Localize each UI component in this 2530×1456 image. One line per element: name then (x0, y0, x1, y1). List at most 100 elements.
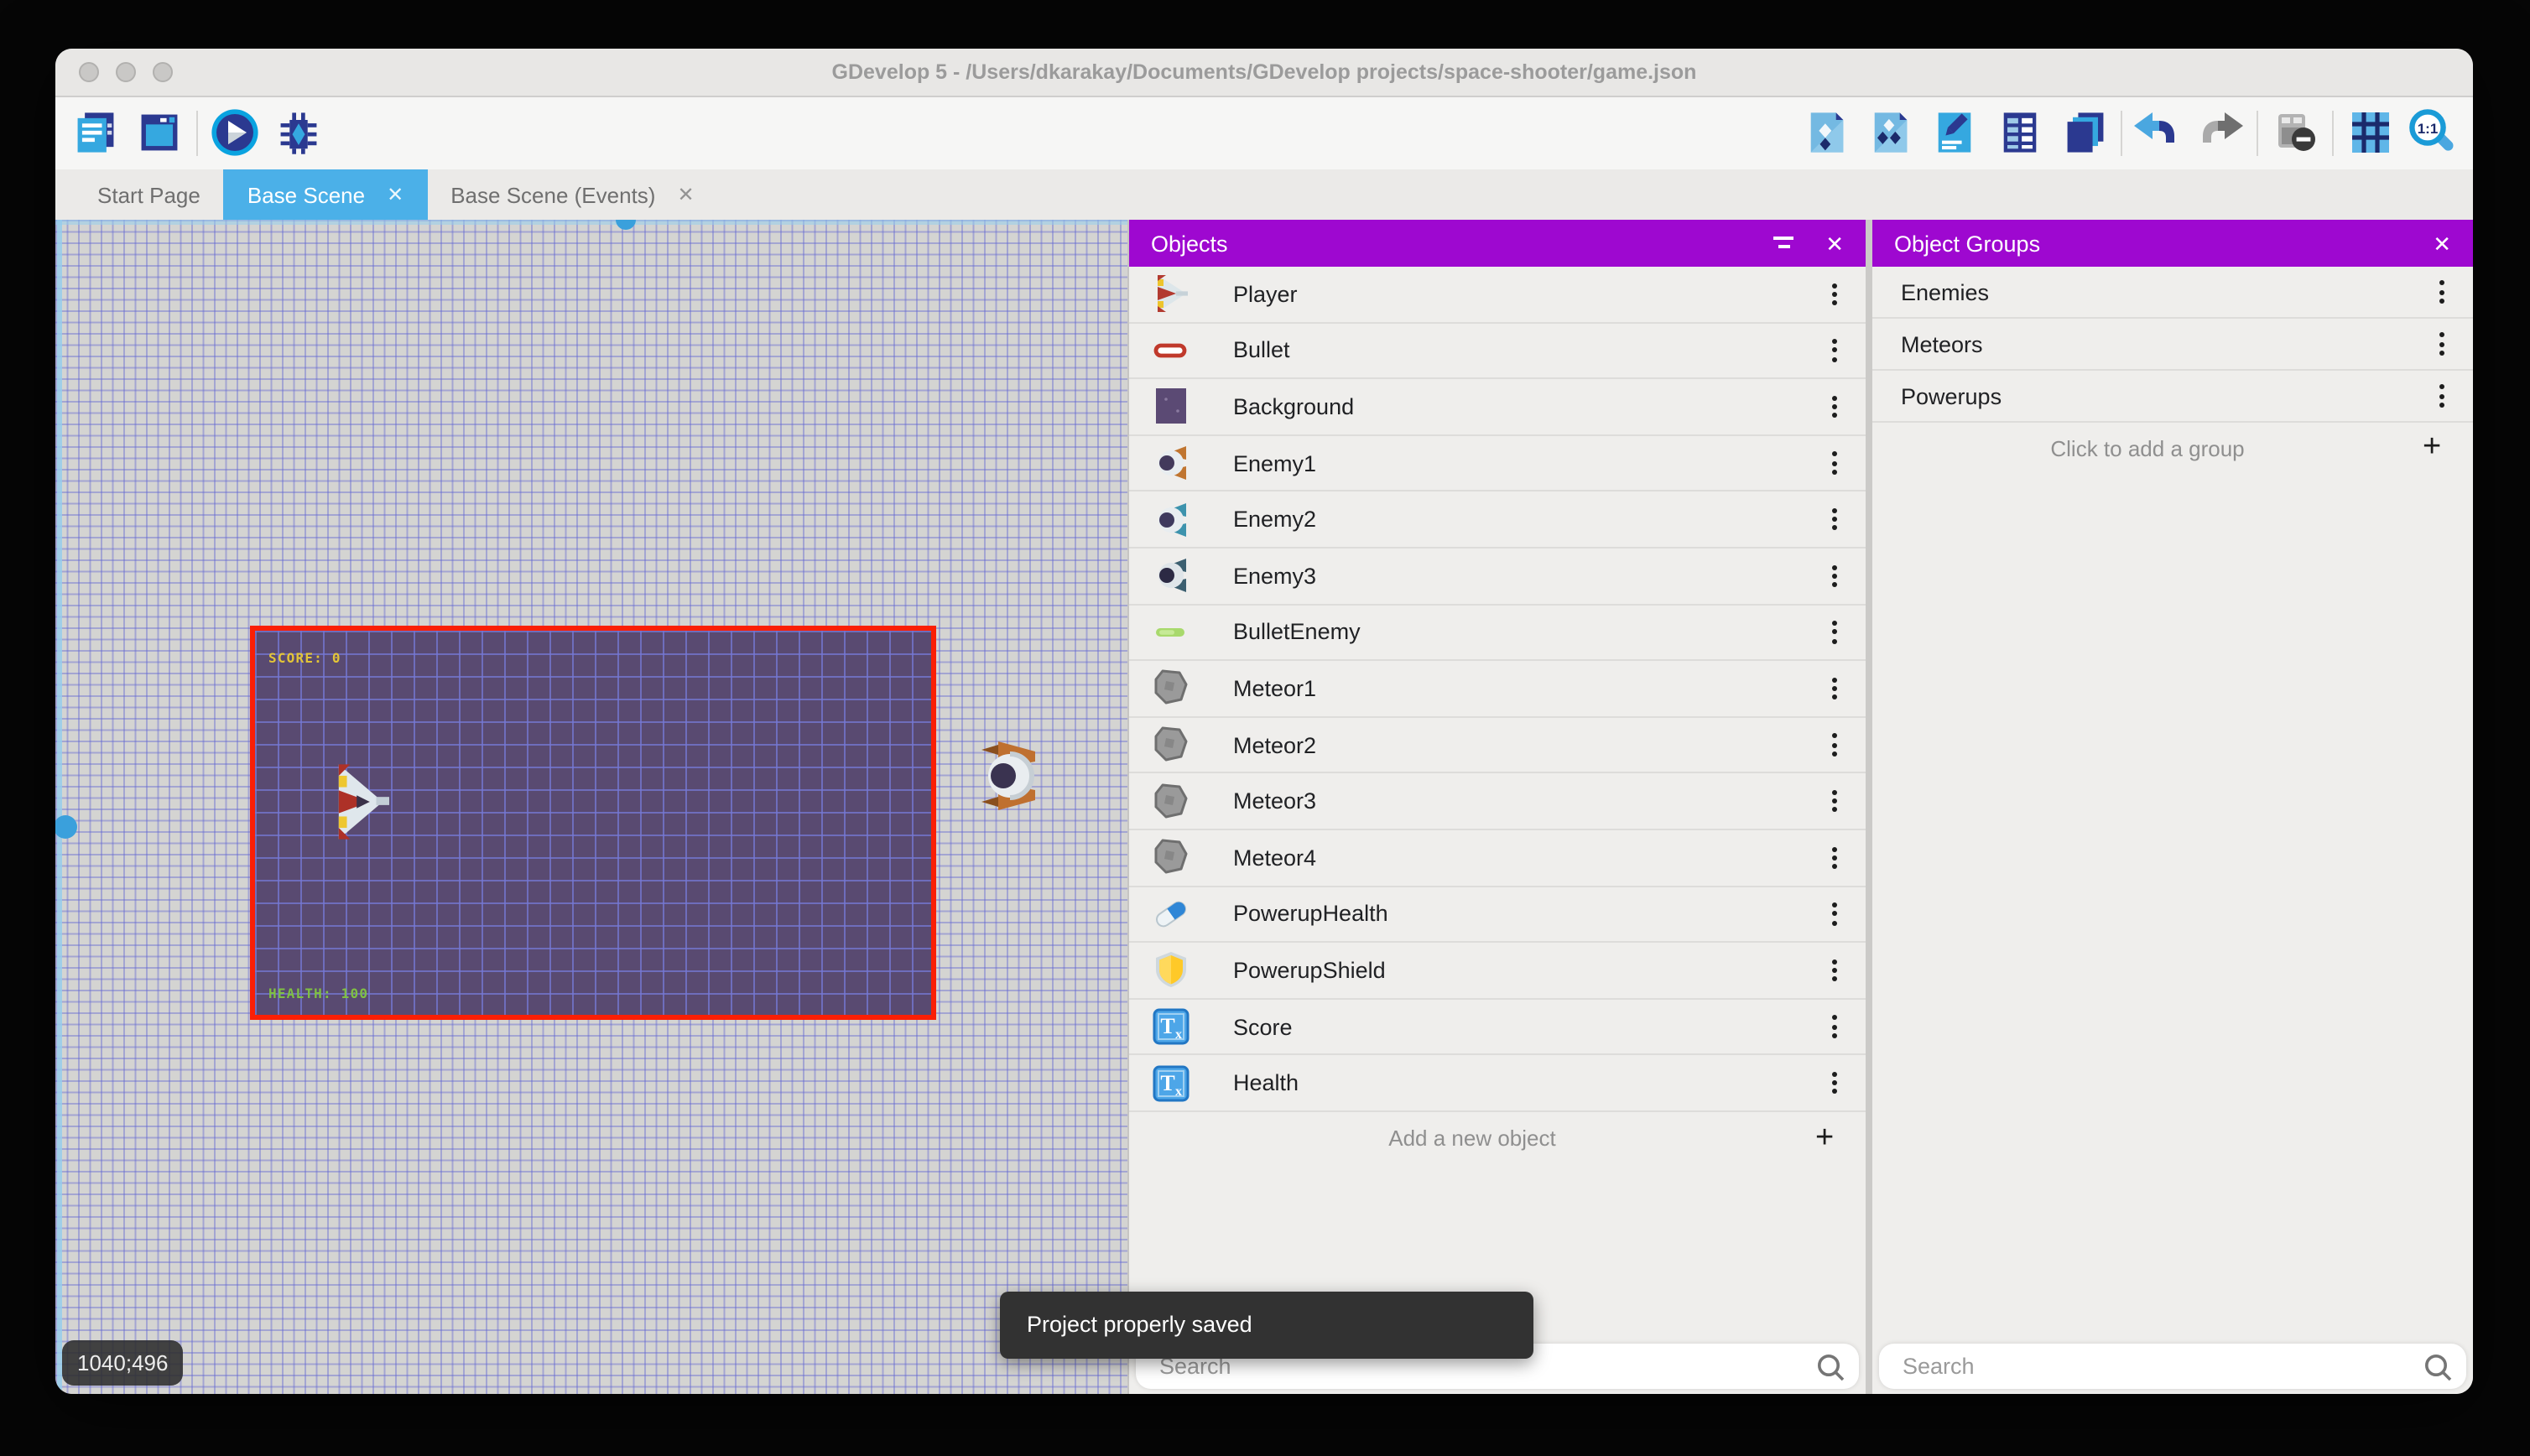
kebab-menu-icon[interactable] (1814, 1016, 1854, 1038)
object-list-item[interactable]: Meteor2 (1129, 718, 1866, 774)
tab-base-scene[interactable]: Base Scene ✕ (224, 169, 427, 220)
object-label: Background (1233, 394, 1814, 419)
kebab-menu-icon[interactable] (2421, 333, 2461, 356)
tab-label: Start Page (97, 182, 200, 207)
kebab-menu-icon[interactable] (1814, 452, 1854, 475)
score-overlay-text: SCORE: 0 (268, 651, 341, 666)
object-label: BulletEnemy (1233, 620, 1814, 645)
kebab-menu-icon[interactable] (2421, 385, 2461, 408)
debug-icon[interactable] (273, 107, 324, 158)
grid-icon[interactable] (2345, 107, 2396, 158)
kebab-menu-icon[interactable] (1814, 564, 1854, 587)
kebab-menu-icon[interactable] (1814, 846, 1854, 869)
object-list-item[interactable]: Enemy1 (1129, 436, 1866, 492)
object-groups-icon[interactable] (1866, 107, 1916, 158)
kebab-menu-icon[interactable] (1814, 621, 1854, 643)
meteor-icon (1151, 725, 1191, 765)
close-tab-icon[interactable]: ✕ (677, 185, 694, 205)
undo-icon[interactable] (2131, 107, 2181, 158)
background-icon (1151, 387, 1191, 427)
kebab-menu-icon[interactable] (1814, 902, 1854, 925)
filter-icon[interactable] (1770, 233, 1797, 253)
kebab-menu-icon[interactable] (1814, 396, 1854, 419)
object-label: Meteor4 (1233, 845, 1814, 870)
add-object-label: Add a new object (1129, 1126, 1815, 1152)
zoom-1to1-icon[interactable]: 1:1 (2406, 107, 2456, 158)
vertical-scrollbar[interactable] (57, 220, 62, 1394)
objects-editor-icon[interactable] (1802, 107, 1852, 158)
app-window: GDevelop 5 - /Users/dkarakay/Documents/G… (55, 49, 2473, 1394)
plus-icon: + (1815, 1121, 1866, 1157)
close-panel-icon[interactable]: ✕ (2433, 232, 2451, 254)
redo-icon[interactable] (2196, 107, 2246, 158)
object-list-item[interactable]: Enemy3 (1129, 549, 1866, 605)
layers-icon[interactable] (2060, 107, 2111, 158)
horizontal-scroll-thumb[interactable] (616, 220, 636, 230)
player-ship-icon (1151, 274, 1191, 315)
instances-list-icon[interactable] (1995, 107, 2045, 158)
svg-text:x: x (1175, 1084, 1182, 1098)
object-list-item[interactable]: Meteor4 (1129, 830, 1866, 887)
properties-icon[interactable] (1929, 107, 1980, 158)
scene-window-icon[interactable] (134, 107, 185, 158)
tab-start-page[interactable]: Start Page (74, 169, 224, 220)
player-ship-sprite[interactable] (334, 762, 389, 842)
enemy-ship-sprite[interactable] (981, 740, 1045, 812)
object-label: Health (1233, 1070, 1814, 1095)
groups-search-input[interactable] (1879, 1354, 2416, 1379)
object-list-item[interactable]: Background (1129, 379, 1866, 435)
group-list-item[interactable]: Meteors (1872, 319, 2473, 371)
close-tab-icon[interactable]: ✕ (387, 185, 403, 205)
object-list-item[interactable]: Tx Score (1129, 999, 1866, 1055)
toolbar-divider (2121, 111, 2122, 156)
close-panel-icon[interactable]: ✕ (1825, 232, 1844, 254)
render-mask-icon[interactable] (2270, 107, 2320, 158)
shield-icon (1151, 950, 1191, 991)
group-list-item[interactable]: Powerups (1872, 371, 2473, 423)
object-list-item[interactable]: Tx Health (1129, 1056, 1866, 1112)
bullet-icon (1151, 330, 1191, 371)
group-label: Enemies (1901, 279, 2421, 304)
project-manager-icon[interactable] (70, 107, 121, 158)
object-list-item[interactable]: Meteor3 (1129, 774, 1866, 830)
object-list-item[interactable]: PowerupHealth (1129, 887, 1866, 943)
object-list-item[interactable]: Enemy2 (1129, 492, 1866, 549)
object-label: Enemy3 (1233, 564, 1814, 589)
object-label: Enemy1 (1233, 450, 1814, 476)
vertical-scroll-thumb[interactable] (55, 815, 77, 839)
object-groups-panel: Object Groups ✕ Enemies Meteors Powerups… (1872, 220, 2473, 1394)
kebab-menu-icon[interactable] (1814, 283, 1854, 305)
cursor-coordinates: 1040;496 (62, 1340, 183, 1386)
object-list-item[interactable]: Player (1129, 267, 1866, 323)
kebab-menu-icon[interactable] (1814, 959, 1854, 981)
kebab-menu-icon[interactable] (1814, 678, 1854, 700)
horizontal-scrollbar[interactable] (55, 220, 1127, 225)
scene-window-bounds[interactable]: SCORE: 0 HEALTH: 100 (250, 626, 936, 1020)
enemy1-ship-icon (1151, 443, 1191, 483)
toolbar: 1:1 (55, 97, 2473, 169)
panel-divider[interactable] (1866, 220, 1872, 1394)
kebab-menu-icon[interactable] (1814, 508, 1854, 531)
kebab-menu-icon[interactable] (1814, 734, 1854, 757)
kebab-menu-icon[interactable] (1814, 1072, 1854, 1095)
meteor-icon (1151, 837, 1191, 877)
groups-panel-title: Object Groups (1894, 231, 2433, 256)
add-object-button[interactable]: Add a new object + (1129, 1112, 1866, 1166)
group-label: Meteors (1901, 331, 2421, 356)
object-list-item[interactable]: Meteor1 (1129, 661, 1866, 717)
enemy3-ship-icon (1151, 556, 1191, 596)
scene-canvas[interactable]: SCORE: 0 HEALTH: 100 1040;496 (55, 220, 1127, 1394)
plus-icon: + (2423, 429, 2473, 466)
group-list-item[interactable]: Enemies (1872, 267, 2473, 319)
kebab-menu-icon[interactable] (1814, 790, 1854, 813)
object-list-item[interactable]: BulletEnemy (1129, 605, 1866, 661)
kebab-menu-icon[interactable] (2421, 281, 2461, 304)
objects-panel-header: Objects ✕ (1129, 220, 1866, 267)
object-list-item[interactable]: Bullet (1129, 323, 1866, 379)
add-group-button[interactable]: Click to add a group + (1872, 423, 2473, 473)
kebab-menu-icon[interactable] (1814, 339, 1854, 361)
object-list-item[interactable]: PowerupShield (1129, 943, 1866, 999)
tab-base-scene-events[interactable]: Base Scene (Events) ✕ (427, 169, 717, 220)
preview-play-icon[interactable] (210, 107, 260, 158)
svg-text:x: x (1175, 1027, 1182, 1042)
